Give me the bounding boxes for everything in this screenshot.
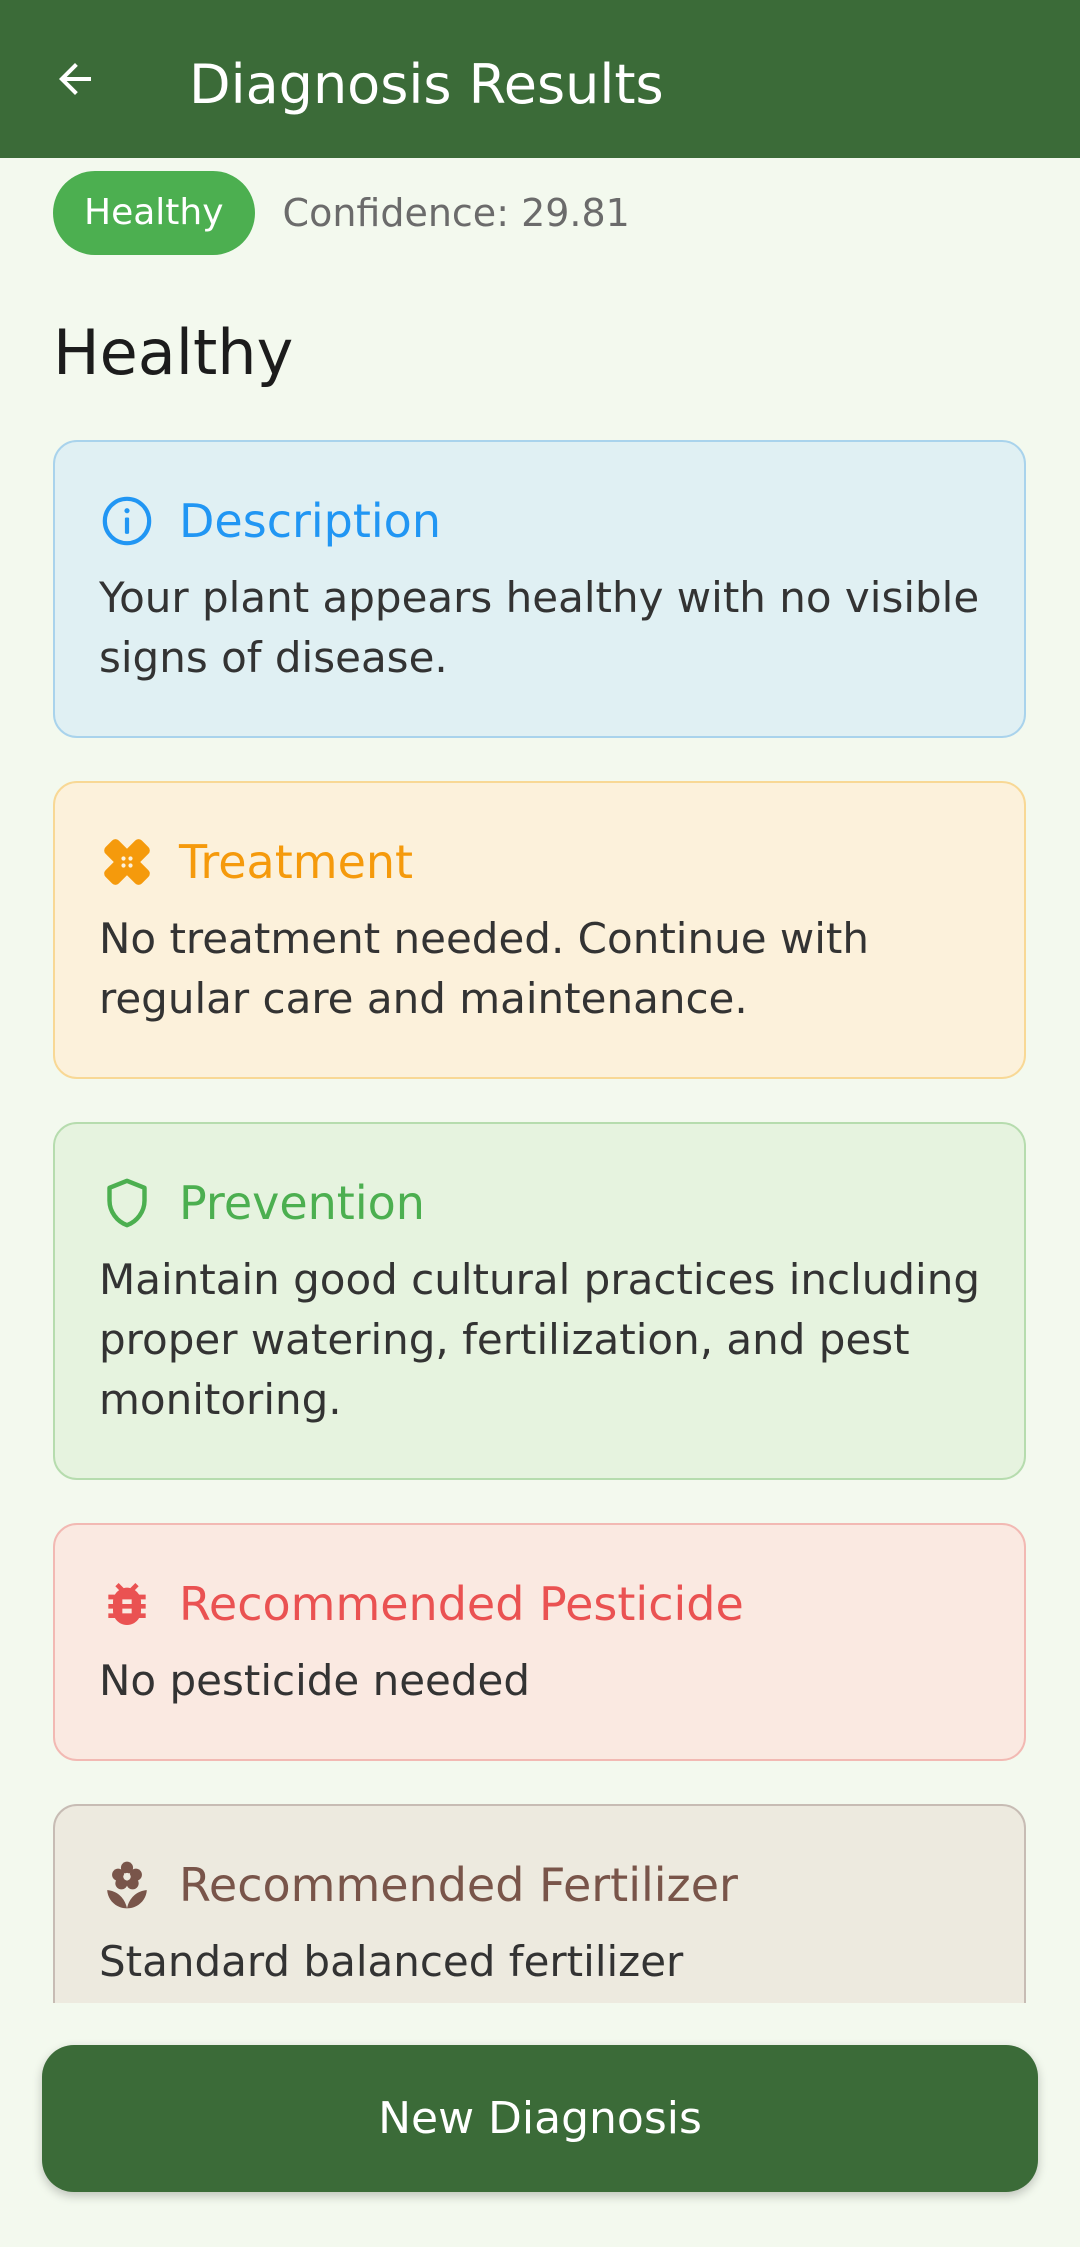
prevention-title: Prevention [179, 1176, 425, 1230]
flower-icon [99, 1857, 155, 1913]
prevention-card: Prevention Maintain good cultural practi… [53, 1122, 1026, 1480]
fertilizer-card: Recommended Fertilizer Standard balanced… [53, 1804, 1026, 2003]
diagnosis-title: Healthy [53, 316, 294, 389]
confidence-text: Confidence: 29.81 [282, 191, 630, 235]
bandage-icon [99, 834, 155, 890]
app-bar: Diagnosis Results [0, 0, 1080, 158]
back-button[interactable] [40, 44, 110, 114]
info-icon [99, 493, 155, 549]
fertilizer-text: Standard balanced fertilizer [99, 1937, 684, 1986]
status-badge: Healthy [53, 171, 255, 255]
treatment-title: Treatment [179, 835, 414, 889]
fertilizer-title: Recommended Fertilizer [179, 1858, 738, 1912]
results-scroll-area[interactable]: Healthy Confidence: 29.81 Healthy Descri… [0, 158, 1080, 2003]
prevention-text: Maintain good cultural practices includi… [99, 1255, 980, 1424]
pesticide-title: Recommended Pesticide [179, 1577, 744, 1631]
shield-icon [99, 1175, 155, 1231]
pesticide-card: Recommended Pesticide No pesticide neede… [53, 1523, 1026, 1761]
pesticide-text: No pesticide needed [99, 1656, 531, 1705]
bug-icon [99, 1576, 155, 1632]
new-diagnosis-button[interactable]: New Diagnosis [42, 2045, 1038, 2192]
page-title: Diagnosis Results [189, 53, 664, 116]
description-card: Description Your plant appears healthy w… [53, 440, 1026, 738]
description-text: Your plant appears healthy with no visib… [99, 573, 980, 682]
treatment-card: Treatment No treatment needed. Continue … [53, 781, 1026, 1079]
description-title: Description [179, 494, 441, 548]
treatment-text: No treatment needed. Continue with regul… [99, 914, 869, 1023]
bottom-action-bar: New Diagnosis [0, 2003, 1080, 2247]
arrow-left-icon [59, 63, 91, 95]
status-row: Healthy Confidence: 29.81 [53, 171, 630, 255]
